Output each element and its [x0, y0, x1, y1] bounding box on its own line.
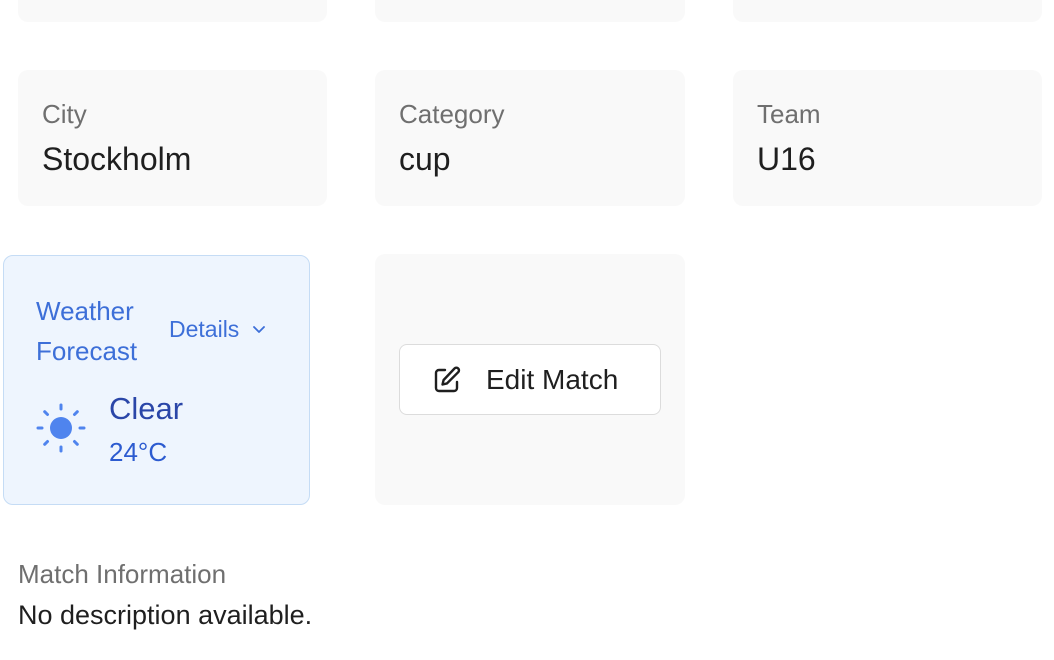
weather-details-label: Details	[169, 316, 240, 342]
info-card-label: Team	[757, 99, 821, 129]
chevron-down-icon	[253, 326, 266, 333]
info-card-category: Category cup	[375, 70, 685, 206]
edit-match-button[interactable]: Edit Match	[399, 344, 661, 415]
edit-icon	[434, 366, 461, 392]
match-information-heading: Match Information	[18, 559, 227, 589]
actions-card: Edit Match	[375, 254, 685, 505]
info-card-value: cup	[399, 141, 451, 177]
weather-forecast-card: Weather Forecast Details Clear 24°C	[3, 255, 310, 505]
info-card-label: City	[42, 99, 87, 129]
sun-icon	[36, 403, 86, 453]
info-card-value: U16	[757, 141, 816, 177]
match-detail-page: City Stockholm Category cup Team U16 Wea…	[0, 0, 1054, 660]
match-description: No description available.	[18, 600, 313, 630]
weather-title: Weather Forecast	[36, 296, 138, 366]
edit-match-label: Edit Match	[486, 363, 619, 395]
weather-condition: Clear	[109, 391, 184, 426]
weather-temperature: 24°C	[109, 437, 168, 467]
info-card-value: Stockholm	[42, 141, 192, 177]
info-card-top-2	[375, 0, 685, 22]
info-card-label: Category	[399, 99, 505, 129]
info-card-city: City Stockholm	[18, 70, 327, 206]
info-card-top-1	[18, 0, 327, 22]
info-card-top-3	[733, 0, 1042, 22]
info-card-team: Team U16	[733, 70, 1042, 206]
weather-details-toggle[interactable]: Details	[169, 315, 267, 343]
